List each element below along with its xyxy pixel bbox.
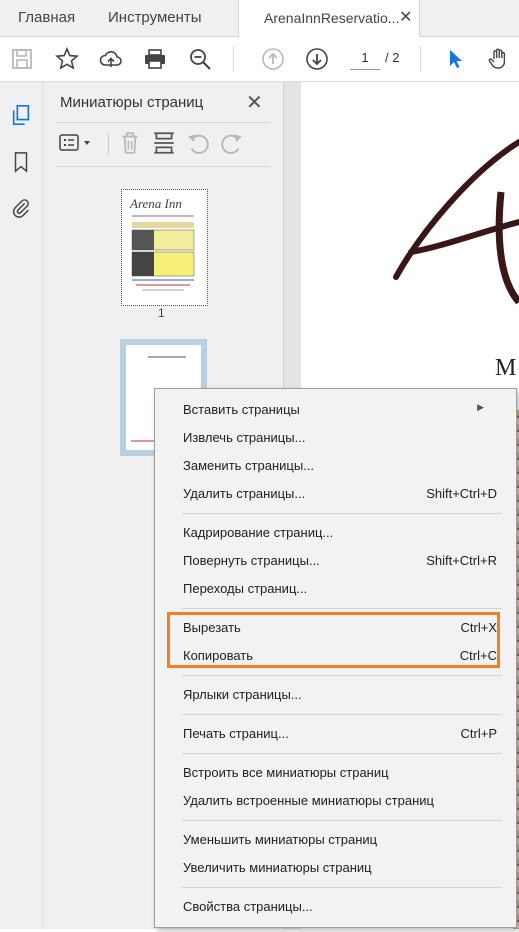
menu-separator	[182, 608, 502, 609]
menu-item-label: Удалить страницы...	[183, 486, 306, 501]
page-number-label: 1	[158, 306, 165, 320]
hand-tool-icon[interactable]	[484, 45, 512, 73]
menu-item-delete-pages[interactable]: Удалить страницы... Shift+Ctrl+D	[155, 481, 516, 507]
panel-divider	[55, 166, 270, 167]
select-cursor-icon[interactable]	[441, 45, 469, 73]
next-page-icon[interactable]	[303, 45, 331, 73]
bookmarks-icon[interactable]	[9, 150, 33, 174]
page-number-input[interactable]: 1	[350, 47, 380, 70]
menu-item-label: Переходы страниц...	[183, 581, 308, 596]
tab-document-label: ArenaInnReservatio...	[264, 10, 400, 26]
cloud-upload-icon[interactable]	[97, 45, 125, 73]
menu-item-print-pages[interactable]: Печать страниц... Ctrl+P	[155, 721, 516, 747]
tab-bar: Главная Инструменты ArenaInnReservatio..…	[0, 0, 519, 37]
menu-item-page-properties[interactable]: Свойства страницы...	[155, 894, 516, 920]
menu-item-crop-pages[interactable]: Кадрирование страниц...	[155, 520, 516, 546]
menu-item-reduce-thumbnails[interactable]: Уменьшить миниатюры страниц	[155, 827, 516, 853]
menu-separator	[182, 714, 502, 715]
panel-title: Миниатюры страниц	[60, 94, 204, 111]
tab-document[interactable]: ArenaInnReservatio... ✕	[238, 0, 420, 37]
rotate-left-icon[interactable]	[185, 130, 211, 156]
menu-item-label: Извлечь страницы...	[183, 430, 306, 445]
delete-page-icon[interactable]	[117, 130, 143, 156]
menu-item-label: Вставить страницы	[183, 402, 300, 417]
menu-item-label: Свойства страницы...	[183, 899, 313, 914]
tab-home[interactable]: Главная	[18, 0, 75, 36]
menu-item-shortcut: Shift+Ctrl+R	[426, 553, 497, 568]
insert-page-icon[interactable]	[151, 130, 177, 156]
previous-page-icon[interactable]	[259, 45, 287, 73]
menu-item-label: Встроить все миниатюры страниц	[183, 765, 389, 780]
toolbar-divider	[420, 46, 421, 72]
menu-item-label: Ярлыки страницы...	[183, 687, 302, 702]
menu-item-embed-thumbnails[interactable]: Встроить все миниатюры страниц	[155, 760, 516, 786]
toolbar-divider	[233, 46, 234, 72]
menu-item-page-transitions[interactable]: Переходы страниц...	[155, 576, 516, 602]
menu-item-label: Удалить встроенные миниатюры страниц	[183, 793, 434, 808]
options-menu-icon[interactable]	[58, 130, 94, 156]
zoom-out-icon[interactable]	[186, 45, 214, 73]
menu-item-enlarge-thumbnails[interactable]: Увеличить миниатюры страниц	[155, 855, 516, 881]
menu-separator	[182, 820, 502, 821]
page-total: / 2	[385, 50, 400, 65]
menu-item-page-labels[interactable]: Ярлыки страницы...	[155, 682, 516, 708]
thumbnail-brand-text: Arena Inn	[129, 196, 182, 211]
menu-separator	[182, 513, 502, 514]
menu-item-label: Увеличить миниатюры страниц	[183, 860, 372, 875]
menu-item-shortcut: Ctrl+P	[460, 726, 497, 741]
submenu-arrow-icon: ▶	[477, 402, 484, 412]
page-thumbnails-icon[interactable]	[9, 103, 33, 127]
tab-tools[interactable]: Инструменты	[108, 0, 202, 36]
save-icon[interactable]	[8, 45, 36, 73]
menu-item-label: Повернуть страницы...	[183, 553, 320, 568]
attachments-icon[interactable]	[9, 196, 33, 220]
document-heading-fragment: М	[495, 355, 517, 381]
close-tab-icon[interactable]: ✕	[399, 0, 412, 36]
bookmark-star-icon[interactable]	[53, 45, 81, 73]
panel-toolbar-divider	[108, 133, 109, 155]
menu-item-shortcut: Shift+Ctrl+D	[426, 486, 497, 501]
menu-item-replace-pages[interactable]: Заменить страницы...	[155, 453, 516, 479]
menu-separator	[182, 753, 502, 754]
menu-item-extract-pages[interactable]: Извлечь страницы...	[155, 425, 516, 451]
menu-separator	[182, 675, 502, 676]
print-icon[interactable]	[141, 45, 169, 73]
annotation-highlight-box	[167, 612, 500, 668]
menu-item-label: Уменьшить миниатюры страниц	[183, 832, 378, 847]
menu-separator	[182, 887, 502, 888]
page-thumbnail-1[interactable]: Arena Inn	[121, 189, 208, 306]
menu-item-label: Кадрирование страниц...	[183, 525, 334, 540]
rotate-right-icon[interactable]	[219, 130, 245, 156]
close-panel-icon[interactable]: ✕	[246, 90, 263, 115]
menu-item-insert-pages[interactable]: Вставить страницы ▶	[155, 397, 516, 423]
menu-item-label: Печать страниц...	[183, 726, 289, 741]
menu-item-rotate-pages[interactable]: Повернуть страницы... Shift+Ctrl+R	[155, 548, 516, 574]
menu-item-remove-embedded-thumbnails[interactable]: Удалить встроенные миниатюры страниц	[155, 788, 516, 814]
menu-item-label: Заменить страницы...	[183, 458, 315, 473]
panel-divider	[55, 122, 270, 123]
